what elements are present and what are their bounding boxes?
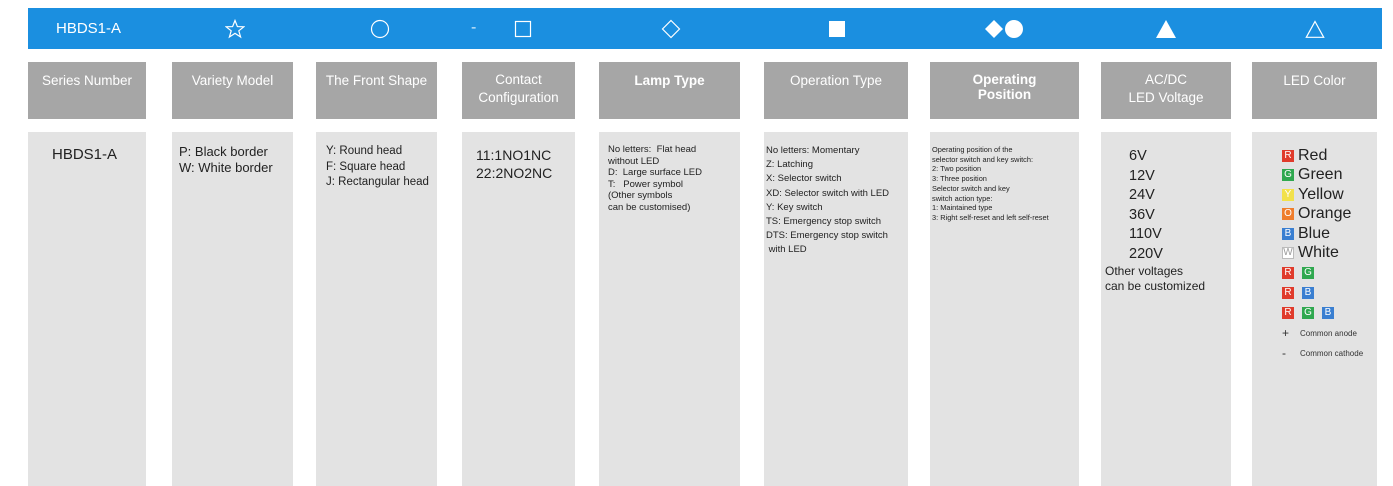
voltage-item: 110V — [1129, 226, 1162, 242]
column-series-number: HBDS1-A — [28, 132, 146, 486]
header-contact-configuration: Contact Configuration — [462, 62, 575, 119]
green-swatch: G — [1282, 169, 1294, 182]
header-lamp-type: Lamp Type — [599, 62, 740, 119]
yellow-swatch: Y — [1282, 188, 1294, 201]
cathode-mark: - — [1282, 346, 1286, 360]
red-swatch: R — [1282, 287, 1294, 299]
header-front-shape: The Front Shape — [316, 62, 437, 119]
diamond-circle-filled-icon — [984, 8, 1026, 49]
red-swatch: R — [1282, 267, 1294, 279]
header-led-color: LED Color — [1252, 62, 1377, 119]
green-swatch: G — [1302, 267, 1314, 279]
series-code: HBDS1-A — [56, 20, 122, 37]
column-operation-type: No letters: Momentary Z: Latching X: Sel… — [764, 132, 908, 486]
voltage-item: 36V — [1129, 206, 1155, 223]
blue-swatch: B — [1282, 227, 1294, 240]
voltage-item: 24V — [1129, 187, 1155, 203]
operating-position-list: Operating position of the selector switc… — [932, 145, 1049, 222]
header-series-number: Series Number — [28, 62, 146, 119]
header-operation-type: Operation Type — [764, 62, 908, 119]
orange-swatch: O — [1282, 208, 1294, 221]
code-bar: HBDS1-A - — [28, 8, 1382, 49]
led-color-item: O Orange — [1282, 205, 1363, 225]
voltage-item: 6V — [1129, 148, 1147, 164]
cathode-label: Common cathode — [1300, 348, 1364, 358]
voltage-note: Other voltages can be customized — [1105, 264, 1206, 293]
column-lamp-type: No letters: Flat head without LED D: Lar… — [599, 132, 740, 486]
triangle-filled-icon — [1154, 8, 1178, 49]
column-led-color: R Red G Green Y Yellow O Orange B Blue W… — [1252, 132, 1377, 486]
white-swatch: W — [1282, 247, 1294, 260]
combo-red-blue: R B — [1282, 283, 1363, 303]
led-color-item: B Blue — [1282, 224, 1363, 244]
header-voltage: AC/DC LED Voltage — [1101, 62, 1231, 119]
contact-configuration-list: 11:1NO1NC 22:2NO2NC — [476, 147, 553, 181]
led-color-name: Red — [1298, 146, 1328, 164]
variety-model-list: P: Black border W: White border — [179, 144, 273, 175]
led-color-name: Blue — [1298, 224, 1331, 242]
led-color-name: Orange — [1298, 205, 1352, 223]
led-color-item: R Red — [1282, 146, 1363, 166]
common-anode-note: + Common anode — [1282, 323, 1363, 343]
blue-swatch: B — [1322, 307, 1334, 319]
header-operating-position: Operating Position — [930, 62, 1079, 119]
square-filled-icon — [827, 8, 847, 49]
separator-dash: - — [471, 19, 477, 36]
led-color-item: Y Yellow — [1282, 185, 1363, 205]
triangle-outline-icon — [1303, 8, 1327, 49]
column-contact-configuration: 11:1NO1NC 22:2NO2NC — [462, 132, 575, 486]
voltage-list: 6V 12V 24V 36V 110V 220V — [1129, 147, 1163, 264]
column-front-shape: Y: Round head F: Square head J: Rectangu… — [316, 132, 437, 486]
red-swatch: R — [1282, 149, 1294, 162]
led-color-item: W White — [1282, 244, 1363, 264]
combo-red-green-blue: R G B — [1282, 303, 1363, 323]
circle-outline-icon — [368, 8, 392, 49]
led-color-name: White — [1298, 244, 1339, 262]
anode-label: Common anode — [1300, 328, 1357, 338]
blue-swatch: B — [1302, 287, 1314, 299]
green-swatch: G — [1302, 307, 1314, 319]
voltage-item: 12V — [1129, 167, 1155, 184]
lamp-type-list: No letters: Flat head without LED D: Lar… — [608, 144, 702, 213]
column-variety-model: P: Black border W: White border — [172, 132, 293, 486]
column-operating-position: Operating position of the selector switc… — [930, 132, 1079, 486]
operation-type-list: No letters: Momentary Z: Latching X: Sel… — [766, 145, 890, 256]
common-cathode-note: - Common cathode — [1282, 343, 1363, 363]
diamond-outline-icon — [659, 8, 683, 49]
led-color-name: Yellow — [1298, 185, 1344, 203]
star-outline-icon — [223, 8, 247, 49]
column-voltage: 6V 12V 24V 36V 110V 220V Other voltages … — [1101, 132, 1231, 486]
series-number-value: HBDS1-A — [52, 146, 118, 163]
front-shape-list: Y: Round head F: Square head J: Rectangu… — [326, 145, 429, 188]
square-outline-icon — [512, 8, 534, 49]
voltage-item: 220V — [1129, 245, 1163, 262]
red-swatch: R — [1282, 307, 1294, 319]
combo-red-green: R G — [1282, 263, 1363, 283]
anode-mark: + — [1282, 326, 1290, 340]
led-color-item: G Green — [1282, 166, 1363, 186]
header-variety-model: Variety Model — [172, 62, 293, 119]
led-color-list: R Red G Green Y Yellow O Orange B Blue W… — [1282, 146, 1363, 363]
led-color-name: Green — [1298, 166, 1343, 184]
